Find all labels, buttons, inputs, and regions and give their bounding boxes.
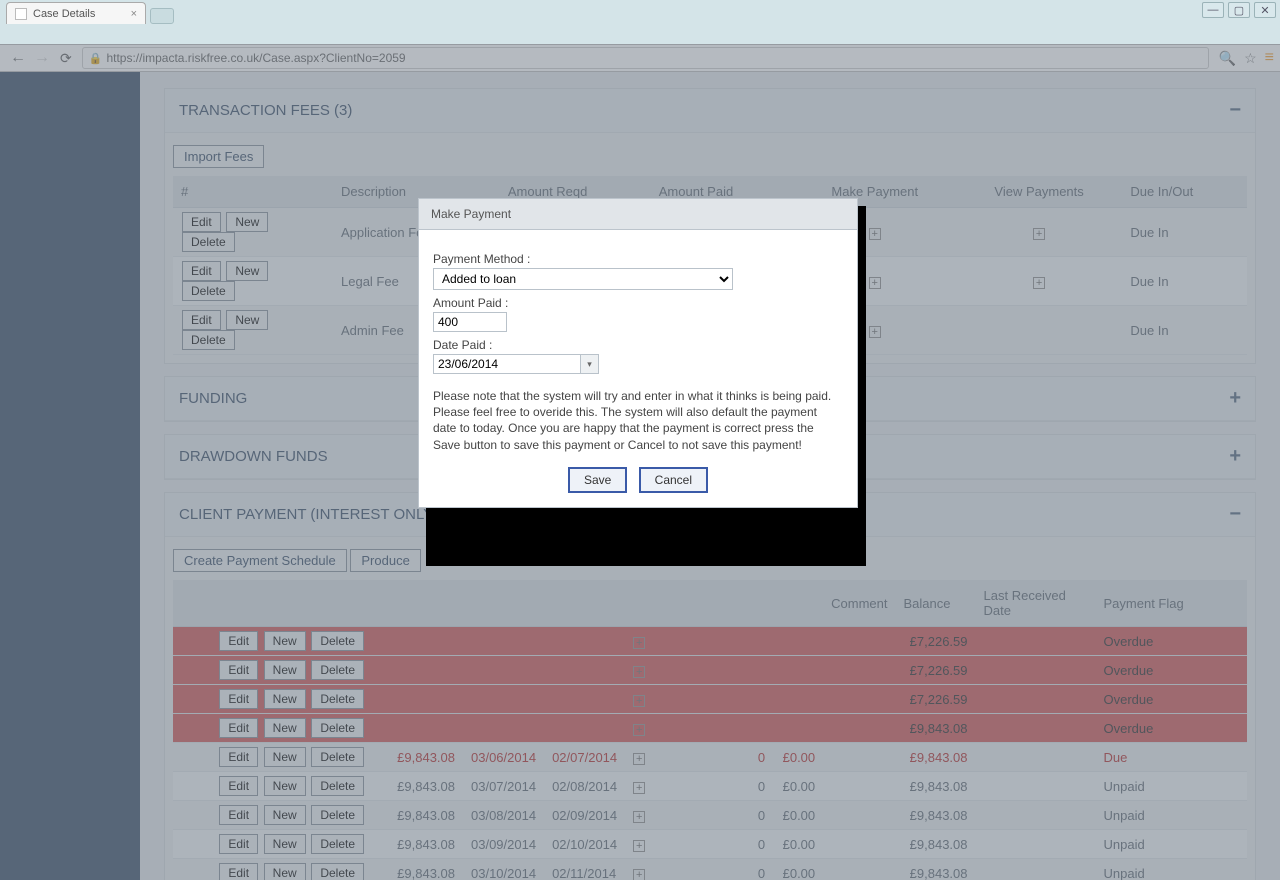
modal-title: Make Payment xyxy=(418,198,858,230)
save-button[interactable]: Save xyxy=(568,467,627,493)
amount-paid-label: Amount Paid : xyxy=(433,296,843,310)
new-tab-button[interactable] xyxy=(150,8,174,24)
payment-method-select[interactable]: Added to loan xyxy=(433,268,733,290)
close-window-button[interactable]: ✕ xyxy=(1254,2,1276,18)
amount-paid-input[interactable] xyxy=(433,312,507,332)
date-paid-label: Date Paid : xyxy=(433,338,843,352)
browser-chrome: Case Details × — ▢ ✕ xyxy=(0,0,1280,44)
modal-note: Please note that the system will try and… xyxy=(433,388,843,453)
date-dropdown-icon[interactable]: ▾ xyxy=(581,354,599,374)
make-payment-modal: Make Payment Payment Method : Added to l… xyxy=(418,198,858,508)
close-tab-icon[interactable]: × xyxy=(131,8,137,20)
payment-method-label: Payment Method : xyxy=(433,252,843,266)
minimize-button[interactable]: — xyxy=(1202,2,1224,18)
cancel-button[interactable]: Cancel xyxy=(639,467,708,493)
browser-tab[interactable]: Case Details × xyxy=(6,2,146,24)
tab-title: Case Details xyxy=(33,8,95,20)
page-icon xyxy=(15,8,27,20)
date-paid-input[interactable] xyxy=(433,354,581,374)
maximize-button[interactable]: ▢ xyxy=(1228,2,1250,18)
